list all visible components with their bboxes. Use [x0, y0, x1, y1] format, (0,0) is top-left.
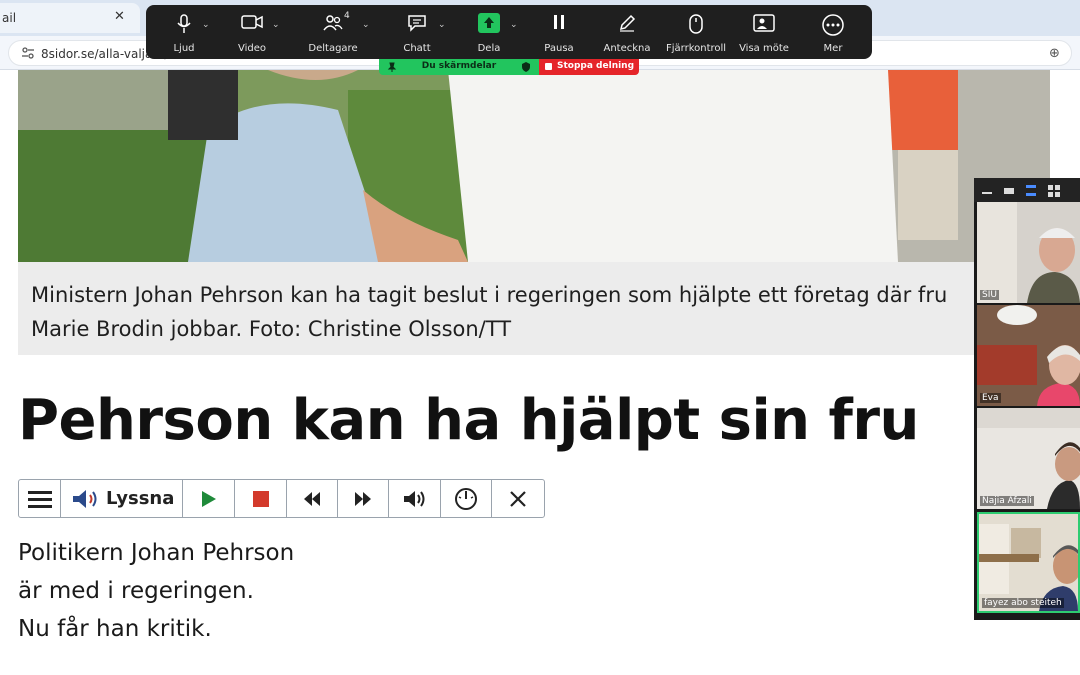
chevron-down-icon[interactable]: ⌄: [362, 20, 370, 30]
play-button[interactable]: [183, 480, 235, 517]
pen-icon: [619, 14, 636, 32]
pause-icon: [554, 15, 564, 29]
close-icon: [510, 490, 526, 507]
body-line: Politikern Johan Pehrson: [18, 540, 295, 566]
participant-tile[interactable]: Eva: [977, 305, 1080, 406]
share-label: Dela: [477, 43, 501, 54]
more-label: Mer: [823, 43, 843, 54]
remote-control-button[interactable]: Fjärrkontroll: [666, 5, 726, 59]
participant-tile-active-speaker[interactable]: fayez abo steiteh: [977, 512, 1080, 613]
pause-label: Pausa: [544, 43, 574, 54]
participant-count: 4: [344, 11, 350, 21]
microphone-icon: [177, 14, 191, 33]
share-button[interactable]: ⌄ Dela: [466, 5, 518, 59]
rewind-icon: [304, 491, 320, 506]
show-meeting-label: Visa möte: [739, 43, 789, 54]
volume-icon: [403, 490, 424, 507]
pause-share-button[interactable]: Pausa: [538, 5, 580, 59]
listen-button[interactable]: Lyssna: [61, 480, 183, 517]
annotate-label: Anteckna: [603, 43, 651, 54]
stop-icon: [545, 63, 552, 70]
browser-tab[interactable]: ail ✕: [0, 3, 140, 33]
zoom-meeting-toolbar: ⌄ Ljud ⌄ Video 4 ⌄ Deltagare ⌄ Chatt ⌄ D…: [146, 5, 872, 59]
minimize-icon[interactable]: [982, 192, 992, 194]
read-aloud-toolbar: Lyssna: [18, 479, 545, 518]
video-gallery-panel: SIU Eva Najia Afzali fayez abo steiteh: [974, 178, 1080, 620]
participant-name: Eva: [980, 393, 1001, 403]
speaker-view-icon[interactable]: [1004, 188, 1014, 194]
strip-view-icon[interactable]: [1026, 185, 1036, 196]
share-screen-icon: [478, 13, 500, 33]
menu-button[interactable]: [19, 480, 61, 517]
gallery-view-icon[interactable]: [1048, 185, 1060, 197]
volume-button[interactable]: [389, 480, 441, 517]
article-photo: [18, 70, 1050, 262]
mouse-icon: [689, 14, 703, 34]
sharing-indicator[interactable]: Du skärmdelar: [379, 59, 539, 75]
meeting-window-icon: [753, 14, 775, 32]
chat-label: Chatt: [403, 43, 431, 54]
tab-close-icon[interactable]: ✕: [114, 9, 125, 24]
participant-name: fayez abo steiteh: [982, 598, 1064, 608]
play-icon: [201, 490, 216, 507]
participants-icon: [323, 15, 343, 31]
body-line: Nu får han kritik.: [18, 616, 212, 642]
video-camera-icon: [241, 15, 263, 29]
chevron-down-icon[interactable]: ⌄: [438, 20, 446, 30]
participants-button[interactable]: 4 ⌄ Deltagare: [306, 5, 369, 59]
participant-tile[interactable]: Najia Afzali: [977, 408, 1080, 509]
caption-text: Ministern Johan Pehrson kan ha tagit bes…: [31, 283, 948, 341]
participant-name: Najia Afzali: [980, 496, 1034, 506]
stop-sharing-label: Stoppa delning: [557, 61, 635, 71]
audio-button[interactable]: ⌄ Ljud: [158, 5, 210, 59]
speed-button[interactable]: [441, 480, 492, 517]
shield-icon: [522, 62, 530, 72]
menu-icon: [27, 490, 52, 508]
close-player-button[interactable]: [492, 480, 544, 517]
rewind-button[interactable]: [287, 480, 338, 517]
gallery-controls: [974, 178, 1080, 202]
sharing-label: Du skärmdelar: [421, 61, 497, 71]
participants-label: Deltagare: [308, 43, 358, 54]
body-line: är med i regeringen.: [18, 578, 254, 604]
audio-label: Ljud: [173, 43, 195, 54]
article-body: Politikern Johan Pehrson är med i regeri…: [18, 534, 294, 648]
chat-button[interactable]: ⌄ Chatt: [392, 5, 446, 59]
more-icon: [822, 14, 844, 36]
speed-icon: [455, 487, 477, 510]
chat-icon: [408, 15, 426, 32]
chevron-down-icon[interactable]: ⌄: [510, 20, 518, 30]
zoom-magnifier-icon[interactable]: ⊕: [1049, 46, 1060, 61]
site-settings-icon[interactable]: [21, 46, 35, 60]
article-headline: Pehrson kan ha hjälpt sin fru: [18, 388, 919, 453]
video-button[interactable]: ⌄ Video: [226, 5, 280, 59]
listen-label: Lyssna: [106, 488, 175, 509]
show-meeting-button[interactable]: Visa möte: [736, 5, 792, 59]
stop-icon: [252, 490, 269, 507]
stop-button[interactable]: [235, 480, 287, 517]
stop-sharing-button[interactable]: Stoppa delning: [539, 59, 639, 75]
more-button[interactable]: Mer: [810, 5, 856, 59]
chevron-down-icon[interactable]: ⌄: [272, 20, 280, 30]
speaker-icon: [73, 489, 97, 508]
remote-control-label: Fjärrkontroll: [666, 43, 727, 54]
participant-name: SIU: [980, 290, 999, 300]
fast-forward-icon: [355, 491, 371, 506]
photo-caption: Ministern Johan Pehrson kan ha tagit bes…: [18, 262, 976, 355]
fast-forward-button[interactable]: [338, 480, 389, 517]
tab-title: ail: [2, 11, 17, 25]
annotate-button[interactable]: Anteckna: [602, 5, 652, 59]
participant-tile[interactable]: SIU: [977, 202, 1080, 303]
video-label: Video: [237, 43, 267, 54]
chevron-down-icon[interactable]: ⌄: [202, 20, 210, 30]
